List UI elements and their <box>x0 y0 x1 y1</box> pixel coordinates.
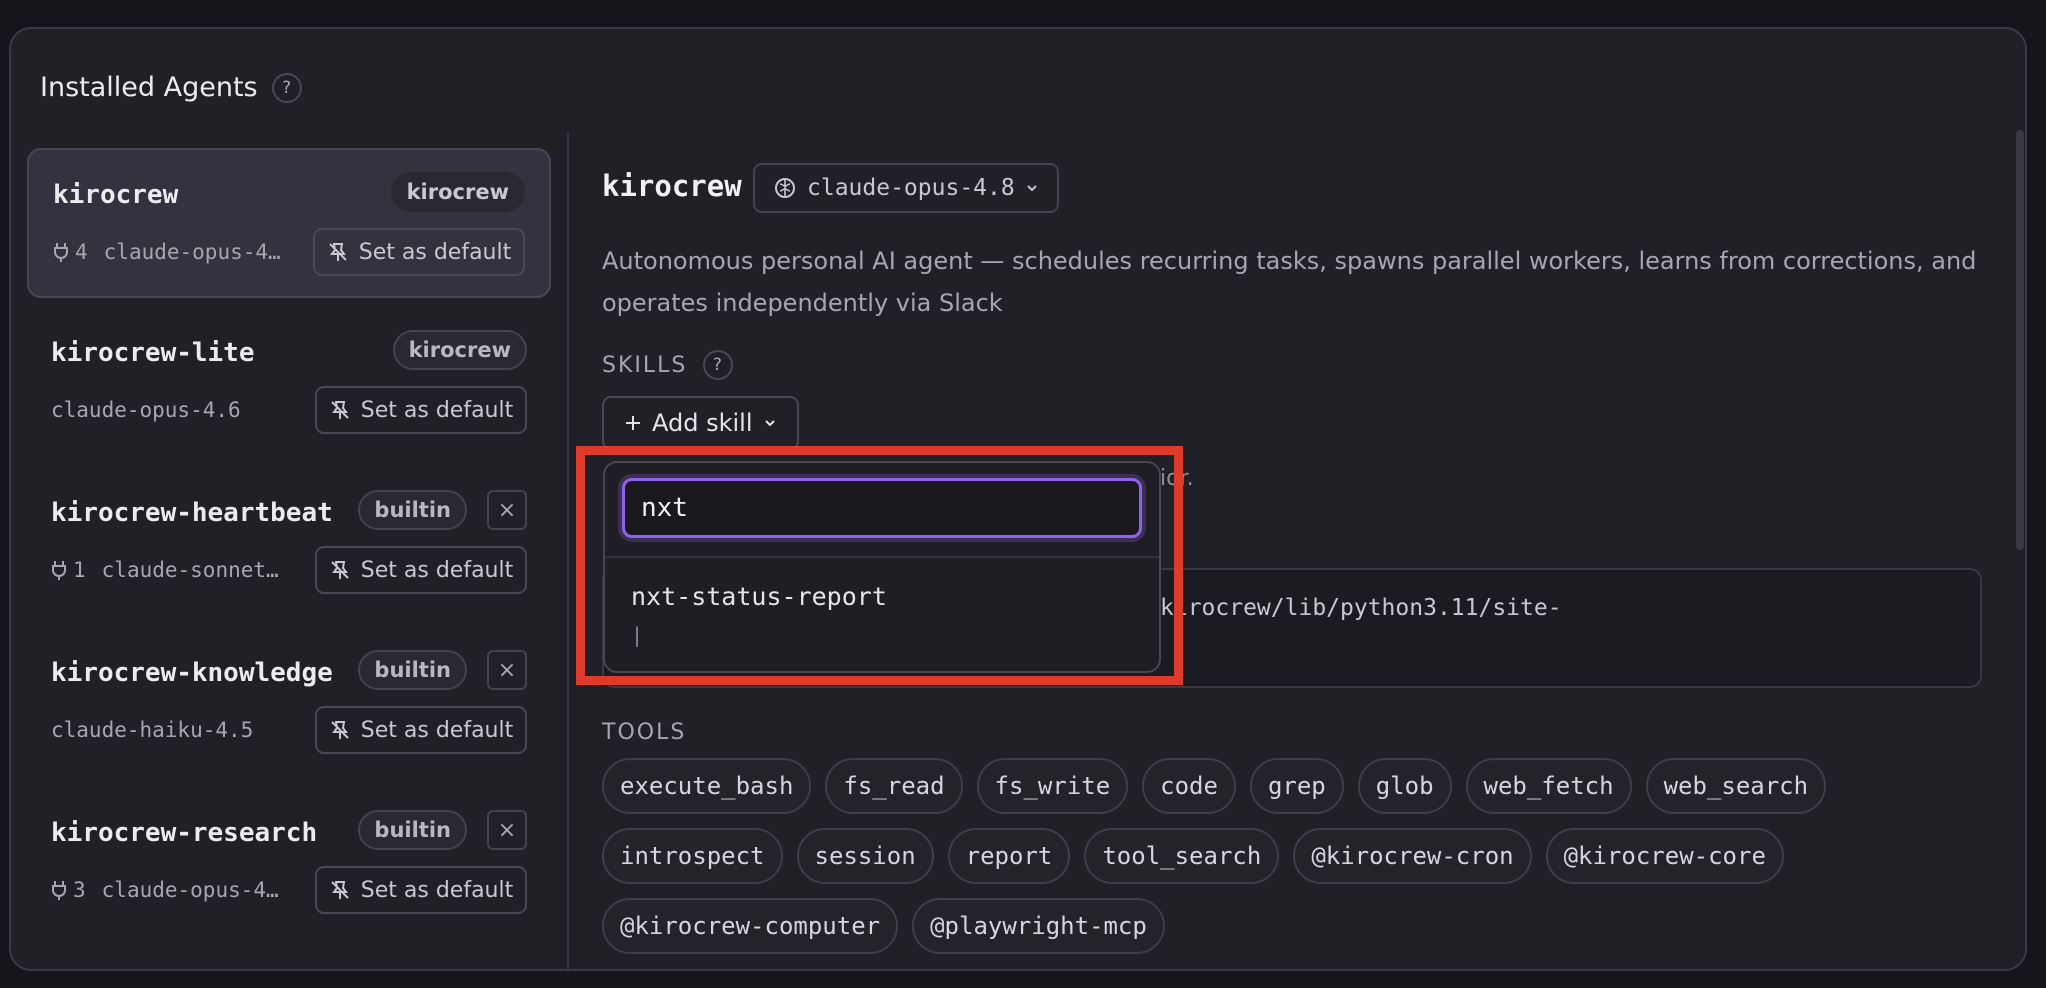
set-default-label: Set as default <box>360 397 514 423</box>
agent-model-text: claude-sonnet… <box>101 558 279 582</box>
panel-title: Installed Agents ? <box>40 72 302 103</box>
agent-model: 1 claude-sonnet… <box>51 558 279 582</box>
agent-badge: kirocrew <box>390 172 525 212</box>
tool-chip[interactable]: report <box>947 828 1071 884</box>
tool-chip[interactable]: code <box>1142 758 1236 814</box>
agent-card-kirocrew-knowledge[interactable]: kirocrew-knowledge builtin × claude-haik… <box>27 628 551 778</box>
agent-badge: kirocrew <box>392 330 527 370</box>
tool-chip[interactable]: @kirocrew-computer <box>602 898 899 954</box>
agent-description: Autonomous personal AI agent — schedules… <box>602 247 1977 317</box>
agent-name: kirocrew-research <box>51 818 318 848</box>
set-default-button[interactable]: Set as default <box>315 706 527 754</box>
tools-label-text: TOOLS <box>602 720 687 745</box>
plug-icon <box>51 559 67 581</box>
scrollbar[interactable] <box>2016 130 2024 550</box>
tools-list: execute_bash fs_read fs_write code grep … <box>602 758 1982 968</box>
skills-section-label: SKILLS ? <box>602 350 734 380</box>
agent-badge: builtin <box>358 490 467 530</box>
skills-path-text: kirocrew/lib/python3.11/site- <box>1160 595 1562 621</box>
agent-model: claude-opus-4.6 <box>51 398 241 422</box>
agent-detail-title: kirocrew <box>602 169 742 203</box>
tools-section-label: TOOLS <box>602 720 686 745</box>
agent-badge: builtin <box>358 650 467 690</box>
skill-search-input[interactable] <box>622 478 1142 538</box>
help-icon[interactable]: ? <box>271 72 302 103</box>
set-default-button[interactable]: Set as default <box>315 866 527 914</box>
set-default-label: Set as default <box>360 877 514 903</box>
tool-chip[interactable]: web_search <box>1645 758 1827 814</box>
tool-chip[interactable]: grep <box>1249 758 1344 814</box>
skill-result-item[interactable]: nxt-status-report <box>631 582 887 611</box>
dropdown-divider <box>605 556 1159 558</box>
tool-chip[interactable]: @kirocrew-core <box>1545 828 1784 884</box>
agent-card-kirocrew-research[interactable]: kirocrew-research builtin × 3 claude-opu… <box>27 788 551 938</box>
panel-divider <box>567 132 569 972</box>
skills-hint-text: ior. <box>1160 466 1194 491</box>
set-default-button[interactable]: Set as default <box>315 546 527 594</box>
agent-model-text: claude-haiku-4.5 <box>51 718 254 742</box>
chevron-down-icon <box>1025 181 1039 195</box>
agent-badge: builtin <box>358 810 467 850</box>
chevron-down-icon <box>763 416 777 430</box>
tool-count: 1 <box>73 558 86 582</box>
pin-off-icon <box>329 559 351 581</box>
close-icon: × <box>497 497 517 523</box>
agent-card-kirocrew-lite[interactable]: kirocrew-lite kirocrew claude-opus-4.6 S… <box>27 308 551 458</box>
set-default-button[interactable]: Set as default <box>315 386 527 434</box>
close-icon: × <box>497 657 517 683</box>
remove-agent-button[interactable]: × <box>487 490 527 530</box>
tool-chip[interactable]: session <box>796 828 934 884</box>
skill-search-dropdown: nxt-status-report | <box>603 461 1161 673</box>
pin-off-icon <box>327 241 349 263</box>
tool-chip[interactable]: fs_write <box>976 758 1129 814</box>
text-caret: | <box>631 623 644 647</box>
panel-title-text: Installed Agents <box>40 72 258 103</box>
set-default-button[interactable]: Set as default <box>313 228 525 276</box>
agent-model: claude-haiku-4.5 <box>51 718 253 742</box>
pin-off-icon <box>329 399 351 421</box>
pin-off-icon <box>329 719 351 741</box>
tool-chip[interactable]: execute_bash <box>602 758 812 814</box>
agent-name: kirocrew-knowledge <box>51 658 333 688</box>
tool-count: 3 <box>73 878 86 902</box>
agent-card-kirocrew[interactable]: kirocrew kirocrew 4 claude-opus-4… Set a… <box>27 148 551 298</box>
close-icon: × <box>497 817 517 843</box>
set-default-label: Set as default <box>360 557 514 583</box>
remove-agent-button[interactable]: × <box>487 810 527 850</box>
model-select[interactable]: claude-opus-4.8 <box>753 163 1059 213</box>
add-skill-label: Add skill <box>652 409 753 437</box>
set-default-label: Set as default <box>358 239 512 265</box>
set-default-label: Set as default <box>360 717 514 743</box>
add-skill-button[interactable]: Add skill <box>602 396 799 450</box>
tool-count: 4 <box>75 240 88 264</box>
tool-chip[interactable]: introspect <box>602 828 783 884</box>
tool-chip[interactable]: fs_read <box>825 758 963 814</box>
plug-icon <box>53 241 69 263</box>
tool-chip[interactable]: glob <box>1357 758 1452 814</box>
pin-off-icon <box>329 879 351 901</box>
agent-model: 4 claude-opus-4… <box>53 240 281 264</box>
tool-chip[interactable]: @kirocrew-cron <box>1293 828 1532 884</box>
plus-icon <box>624 414 642 432</box>
brain-icon <box>773 176 797 200</box>
tool-chip[interactable]: web_fetch <box>1465 758 1632 814</box>
agent-name: kirocrew-lite <box>51 338 255 368</box>
agent-model-text: claude-opus-4… <box>103 240 281 264</box>
skills-label-text: SKILLS <box>602 352 688 378</box>
agent-name: kirocrew-heartbeat <box>51 498 333 528</box>
agent-card-kirocrew-heartbeat[interactable]: kirocrew-heartbeat builtin × 1 claude-so… <box>27 468 551 618</box>
agent-name: kirocrew <box>53 180 179 210</box>
tool-chip[interactable]: @playwright-mcp <box>912 898 1165 954</box>
model-select-value: claude-opus-4.8 <box>807 175 1015 201</box>
agent-model: 3 claude-opus-4… <box>51 878 279 902</box>
plug-icon <box>51 879 67 901</box>
agent-model-text: claude-opus-4… <box>101 878 279 902</box>
agent-model-text: claude-opus-4.6 <box>51 398 241 422</box>
help-icon[interactable]: ? <box>703 350 734 380</box>
remove-agent-button[interactable]: × <box>487 650 527 690</box>
tool-chip[interactable]: tool_search <box>1084 828 1280 884</box>
